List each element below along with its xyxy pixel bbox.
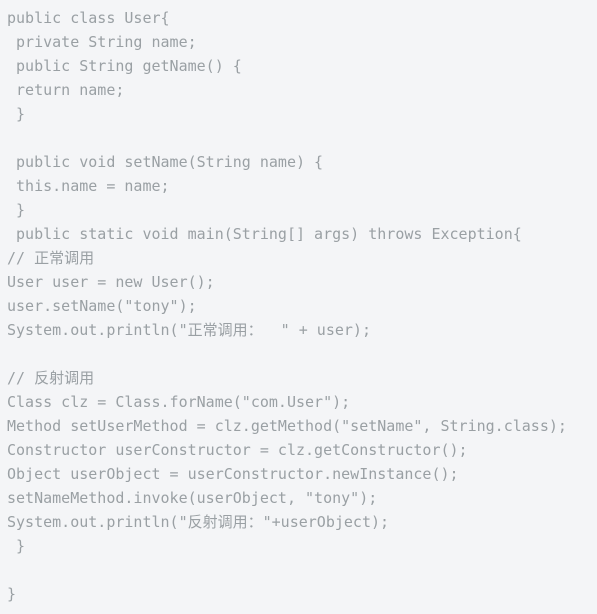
code-line: public void setName(String name) { [7,153,324,171]
code-line: } [7,585,17,603]
code-line: user.setName("tony"); [7,297,197,315]
code-line: System.out.println("正常调用： " + user); [7,321,371,339]
code-line: User user = new User(); [7,273,215,291]
code-line: private String name; [7,33,197,51]
code-line: // 反射调用 [7,369,95,387]
code-line: } [7,537,26,555]
code-line: public String getName() { [7,57,242,75]
code-line: } [7,105,26,123]
code-line: } [7,201,26,219]
code-line: Class clz = Class.forName("com.User"); [7,393,351,411]
code-line: System.out.println("反射调用："+userObject); [7,513,390,531]
code-line: Constructor userConstructor = clz.getCon… [7,441,468,459]
code-line: // 正常调用 [7,249,95,267]
code-line: public class User{ [7,9,170,27]
code-line: setNameMethod.invoke(userObject, "tony")… [7,489,378,507]
code-line: this.name = name; [7,177,170,195]
code-line: return name; [7,81,125,99]
code-line: Object userObject = userConstructor.newI… [7,465,459,483]
code-line: Method setUserMethod = clz.getMethod("se… [7,417,567,435]
code-listing: public class User{ private String name; … [0,6,597,614]
code-line: public static void main(String[] args) t… [7,225,522,243]
